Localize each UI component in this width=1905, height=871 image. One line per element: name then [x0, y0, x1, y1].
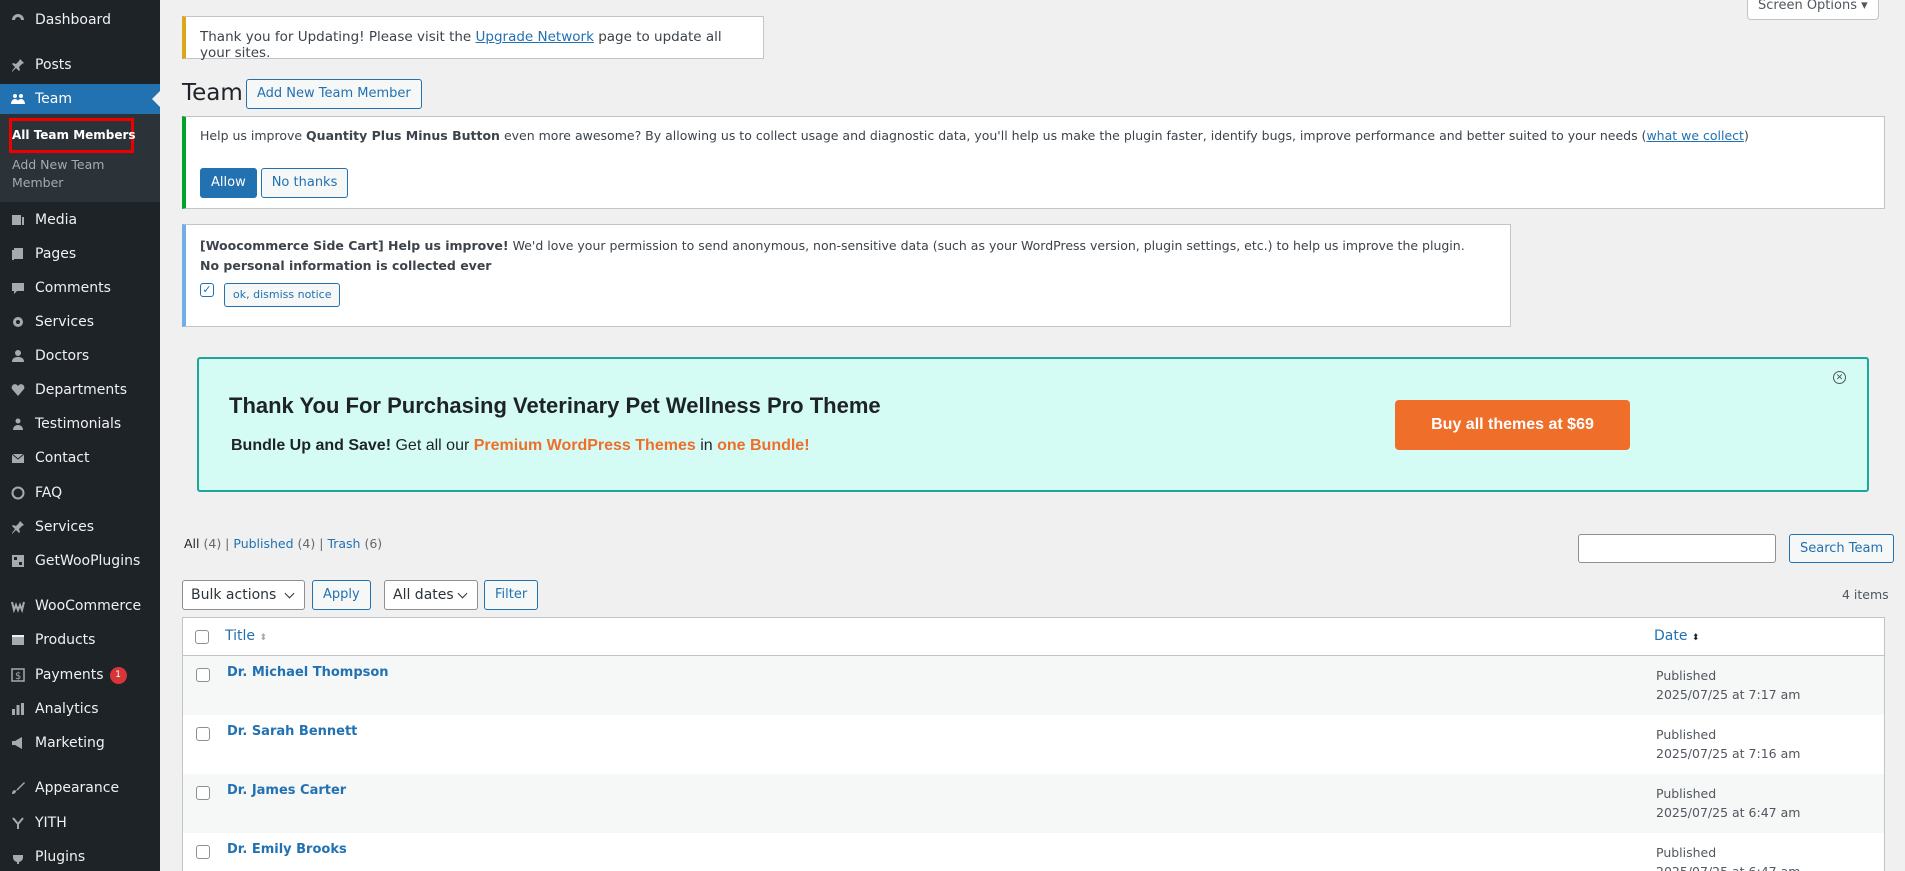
menu-media[interactable]: Media: [0, 205, 160, 235]
filter-published[interactable]: Published: [233, 536, 293, 551]
pages-icon: [12, 248, 23, 260]
filter-button[interactable]: Filter: [484, 580, 539, 610]
menu-products[interactable]: Products: [0, 625, 160, 655]
gear-icon: [13, 317, 23, 327]
row-checkbox[interactable]: [196, 668, 210, 682]
close-icon[interactable]: ✕: [1833, 371, 1846, 384]
menu-services[interactable]: Services: [0, 307, 160, 337]
menu-posts[interactable]: Posts: [0, 50, 160, 80]
upgrade-network-link[interactable]: Upgrade Network: [476, 29, 594, 45]
row-title-link[interactable]: Dr. Emily Brooks: [227, 842, 347, 857]
menu-doctors[interactable]: Doctors: [0, 341, 160, 371]
circle-icon: [11, 486, 25, 500]
media-icon: [12, 215, 24, 225]
menu-yith[interactable]: YITH: [0, 808, 160, 838]
menu-pages[interactable]: Pages: [0, 239, 160, 269]
menu-appearance[interactable]: Appearance: [0, 773, 160, 803]
pin-icon: [12, 521, 24, 534]
screen-options-button[interactable]: Screen Options ▾: [1747, 0, 1879, 20]
mail-icon: [11, 453, 25, 463]
quantity-plugin-notice: Help us improve Quantity Plus Minus Butt…: [182, 116, 1885, 209]
filter-trash[interactable]: Trash: [327, 536, 360, 551]
menu-team[interactable]: Team: [0, 84, 160, 114]
menu-plugins[interactable]: Plugins: [0, 842, 160, 871]
menu-testimonials[interactable]: Testimonials: [0, 409, 160, 439]
payments-badge: 1: [109, 666, 127, 684]
dashboard-icon: [12, 14, 24, 20]
user-icon: [12, 350, 24, 362]
search-team-button[interactable]: Search Team: [1789, 534, 1895, 563]
what-we-collect-link[interactable]: what we collect: [1646, 128, 1744, 143]
yith-icon: [12, 817, 24, 829]
apply-button[interactable]: Apply: [312, 580, 371, 610]
sort-desc-icon: ⬍: [1691, 633, 1700, 643]
row-title-link[interactable]: Dr. Michael Thompson: [227, 665, 389, 680]
row-title-link[interactable]: Dr. Sarah Bennett: [227, 724, 357, 739]
caret-down-icon: ▾: [1861, 0, 1868, 13]
side-cart-notice: [Woocommerce Side Cart] Help us improve!…: [182, 224, 1511, 327]
dismiss-notice-button[interactable]: ok, dismiss notice: [224, 283, 341, 307]
users-icon: [13, 418, 23, 430]
select-all-checkbox[interactable]: [195, 630, 209, 644]
row-checkbox[interactable]: [196, 845, 210, 859]
dollar-icon: $: [11, 668, 25, 682]
allow-button[interactable]: Allow: [200, 168, 257, 198]
table-header: Title ⬍ Date ⬍: [182, 617, 1885, 656]
menu-contact[interactable]: Contact: [0, 443, 160, 473]
promo-banner: Thank You For Purchasing Veterinary Pet …: [197, 357, 1869, 492]
promo-title: Thank You For Purchasing Veterinary Pet …: [229, 393, 881, 418]
menu-payments[interactable]: $ Payments 1: [0, 660, 160, 690]
menu-comments[interactable]: Comments: [0, 273, 160, 303]
menu-analytics[interactable]: Analytics: [0, 694, 160, 724]
box-icon: [12, 635, 24, 645]
woo-icon: [11, 601, 25, 613]
menu-services-2[interactable]: Services: [0, 512, 160, 542]
grid-icon: [12, 555, 24, 567]
submenu-add-new-team-member[interactable]: Add New Team Member: [12, 156, 122, 192]
team-submenu: All Team Members Add New Team Member: [0, 114, 160, 202]
menu-woocommerce[interactable]: WooCommerce: [0, 591, 160, 621]
add-new-team-member-button[interactable]: Add New Team Member: [246, 79, 422, 109]
dates-select[interactable]: All dates: [384, 580, 478, 610]
menu-dashboard[interactable]: Dashboard: [0, 5, 160, 35]
items-count: 4 items: [1842, 587, 1889, 602]
row-checkbox[interactable]: [196, 786, 210, 800]
megaphone-icon: [12, 737, 22, 749]
title-column-header[interactable]: Title ⬍: [225, 628, 267, 644]
table-row: Dr. Michael Thompson Published 2025/07/25…: [182, 656, 1885, 715]
table-row: Dr. Sarah Bennett Published 2025/07/25 at…: [182, 715, 1885, 774]
menu-faq[interactable]: FAQ: [0, 478, 160, 508]
team-icon: [11, 94, 25, 104]
svg-text:$: $: [15, 671, 21, 682]
table-row: Dr. James Carter Published 2025/07/25 at …: [182, 774, 1885, 833]
update-notice: Thank you for Updating! Please visit the…: [182, 16, 764, 61]
admin-sidebar: Dashboard Posts Team All Team Members Ad…: [0, 0, 160, 871]
bulk-actions-select[interactable]: Bulk actions: [182, 580, 305, 610]
heart-icon: [11, 384, 25, 396]
sort-icon: ⬍: [259, 633, 268, 643]
filter-all[interactable]: All: [184, 536, 200, 551]
bars-icon: [12, 703, 24, 715]
status-filters: All (4) | Published (4) | Trash (6): [184, 536, 383, 551]
submenu-all-team-members[interactable]: All Team Members: [12, 128, 136, 142]
consent-checkbox[interactable]: ✓: [200, 283, 214, 297]
row-checkbox[interactable]: [196, 727, 210, 741]
date-column-header[interactable]: Date ⬍: [1654, 628, 1699, 644]
plug-icon: [13, 851, 23, 864]
comment-icon: [12, 283, 24, 294]
row-title-link[interactable]: Dr. James Carter: [227, 783, 346, 798]
page-title: Team: [182, 80, 243, 106]
menu-departments[interactable]: Departments: [0, 375, 160, 405]
menu-getwooplugins[interactable]: GetWooPlugins: [0, 546, 160, 576]
table-row: Dr. Emily Brooks Published2025/07/25 at …: [182, 833, 1885, 871]
no-thanks-button[interactable]: No thanks: [260, 168, 349, 198]
search-input[interactable]: [1578, 534, 1776, 563]
pin-icon: [12, 59, 24, 72]
brush-icon: [12, 782, 25, 794]
buy-all-themes-button[interactable]: Buy all themes at $69: [1395, 400, 1630, 450]
menu-marketing[interactable]: Marketing: [0, 728, 160, 758]
